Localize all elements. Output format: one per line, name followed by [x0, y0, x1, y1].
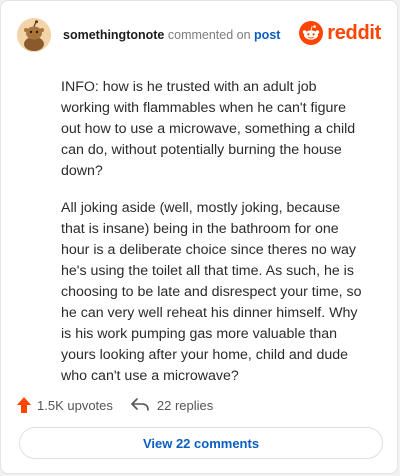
user-avatar[interactable]: [17, 18, 51, 52]
comment-card: somethingtonote commented on post reddit…: [0, 0, 398, 474]
replies-button[interactable]: 22 replies: [131, 398, 213, 413]
comment-footer: 1.5K upvotes 22 replies: [17, 394, 213, 416]
comment-body: INFO: how is he trusted with an adult jo…: [61, 77, 367, 403]
reddit-brand[interactable]: reddit: [299, 21, 381, 45]
comment-meta: somethingtonote commented on post: [63, 28, 280, 42]
snoo-avatar-icon: [17, 18, 51, 52]
username-link[interactable]: somethingtonote: [63, 28, 164, 42]
reddit-logo-icon: [299, 21, 324, 45]
upvote-count: 1.5K upvotes: [37, 397, 113, 413]
reply-arrow-icon: [131, 398, 149, 411]
upvote-arrow-icon: [17, 397, 31, 413]
comment-paragraph: All joking aside (well, mostly joking, b…: [61, 200, 362, 384]
action-text: commented on: [167, 28, 251, 42]
reddit-wordmark: reddit: [327, 21, 381, 44]
comment-header: somethingtonote commented on post reddit: [17, 17, 381, 53]
view-comments-button[interactable]: View 22 comments: [19, 427, 383, 459]
replies-count: 22 replies: [156, 397, 214, 413]
post-link[interactable]: post: [254, 28, 280, 42]
upvote-button[interactable]: 1.5K upvotes: [17, 397, 113, 413]
comment-paragraph: INFO: how is he trusted with an adult jo…: [61, 79, 356, 179]
